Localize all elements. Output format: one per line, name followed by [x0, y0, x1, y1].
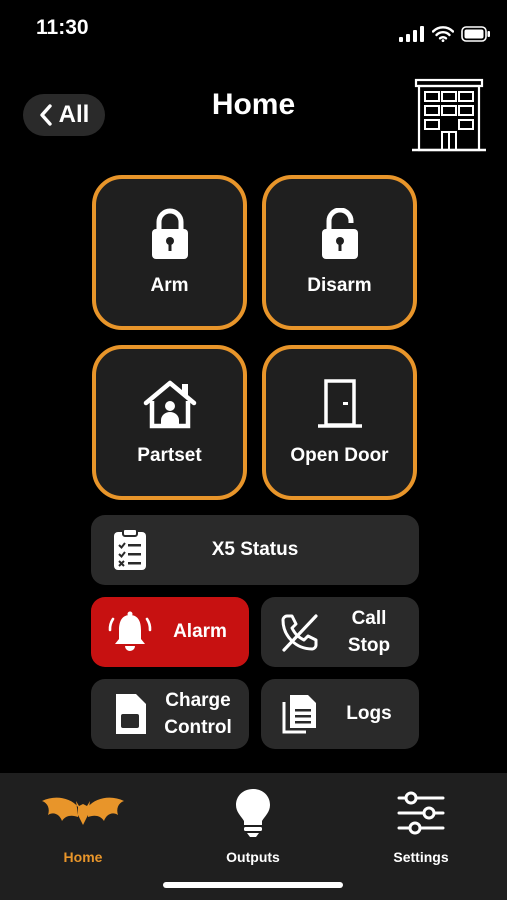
x5-status-button[interactable]: X5 Status: [91, 515, 419, 585]
alarm-button[interactable]: Alarm: [91, 597, 249, 667]
tab-bar: Home Outputs Settings: [0, 773, 507, 900]
wifi-icon: [432, 26, 454, 42]
home-indicator[interactable]: [163, 882, 343, 888]
unlock-icon: [320, 205, 360, 263]
lightbulb-icon: [234, 787, 272, 839]
documents-icon: [277, 691, 323, 737]
lock-icon: [150, 205, 190, 263]
tab-settings-label: Settings: [393, 849, 449, 865]
disarm-label: Disarm: [307, 275, 372, 296]
phone-slash-icon: [277, 609, 323, 655]
bat-logo-icon: [40, 787, 126, 839]
bell-ringing-icon: [107, 609, 153, 655]
tab-home-label: Home: [63, 849, 103, 865]
arm-label: Arm: [150, 275, 189, 296]
call-stop-line2: Stop: [347, 635, 391, 656]
charge-line1: Charge: [165, 690, 231, 711]
disarm-button[interactable]: Disarm: [262, 175, 417, 330]
status-bar: 11:30: [0, 0, 507, 50]
charge-control-label: Charge Control: [153, 687, 243, 741]
charge-line2: Control: [164, 717, 232, 738]
partset-label: Partset: [137, 445, 202, 466]
call-stop-line1: Call: [351, 608, 387, 629]
door-icon: [316, 375, 364, 433]
sim-card-icon: [107, 691, 153, 737]
building-icon[interactable]: [410, 76, 488, 154]
signal-icon: [399, 26, 424, 42]
alarm-label: Alarm: [173, 621, 227, 642]
tab-outputs[interactable]: Outputs: [188, 787, 318, 865]
arm-button[interactable]: Arm: [92, 175, 247, 330]
status-icons: [399, 26, 491, 42]
open-door-label: Open Door: [290, 445, 389, 466]
tab-home[interactable]: Home: [18, 787, 148, 865]
open-door-button[interactable]: Open Door: [262, 345, 417, 500]
status-time: 11:30: [36, 16, 89, 39]
call-stop-label: Call Stop: [333, 605, 405, 659]
partset-button[interactable]: Partset: [92, 345, 247, 500]
logs-button[interactable]: Logs: [261, 679, 419, 749]
logs-label: Logs: [346, 703, 392, 724]
charge-control-button[interactable]: Charge Control: [91, 679, 249, 749]
call-stop-button[interactable]: Call Stop: [261, 597, 419, 667]
tab-outputs-label: Outputs: [226, 849, 280, 865]
battery-icon: [461, 26, 490, 42]
x5-status-label: X5 Status: [211, 539, 299, 560]
tab-settings[interactable]: Settings: [356, 787, 486, 865]
sliders-icon: [397, 787, 445, 839]
house-person-icon: [142, 375, 198, 433]
